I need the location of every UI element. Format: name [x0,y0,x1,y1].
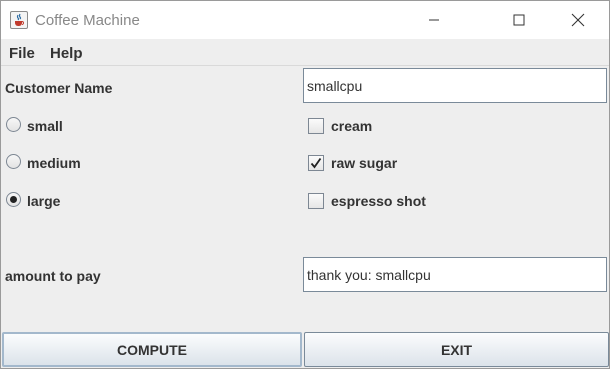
java-cup-icon [10,11,28,29]
radio-medium[interactable] [6,154,21,169]
checkbox-espresso-shot-label[interactable]: espresso shot [331,193,426,209]
menu-help[interactable]: Help [50,45,83,62]
close-button[interactable] [555,1,601,39]
title-bar: Coffee Machine [1,1,609,39]
checkbox-cream-label[interactable]: cream [331,118,372,134]
maximize-icon [513,14,525,26]
radio-large[interactable] [6,192,21,207]
amount-to-pay-label: amount to pay [5,268,101,284]
customer-name-label: Customer Name [5,80,113,96]
minimize-button[interactable] [411,1,457,39]
amount-to-pay-field[interactable]: thank you: smallcpu [303,257,607,292]
checkbox-raw-sugar[interactable] [308,155,324,171]
coffee-machine-window: Coffee Machine File Help Customer Name s… [0,0,610,369]
menu-bar: File Help [1,39,609,66]
radio-medium-label[interactable]: medium [27,155,81,171]
checkbox-espresso-shot[interactable] [308,193,324,209]
maximize-button[interactable] [496,1,542,39]
radio-small-label[interactable]: small [27,118,63,134]
radio-large-label[interactable]: large [27,193,60,209]
window-title: Coffee Machine [35,12,140,29]
checkbox-raw-sugar-label[interactable]: raw sugar [331,155,397,171]
checkmark-icon [310,157,322,169]
radio-small[interactable] [6,117,21,132]
exit-button[interactable]: EXIT [304,332,609,367]
close-icon [571,13,585,27]
customer-name-field[interactable]: smallcpu [303,68,607,103]
compute-button[interactable]: COMPUTE [2,332,302,367]
menu-file[interactable]: File [9,45,35,62]
checkbox-cream[interactable] [308,118,324,134]
minimize-icon [429,19,439,21]
